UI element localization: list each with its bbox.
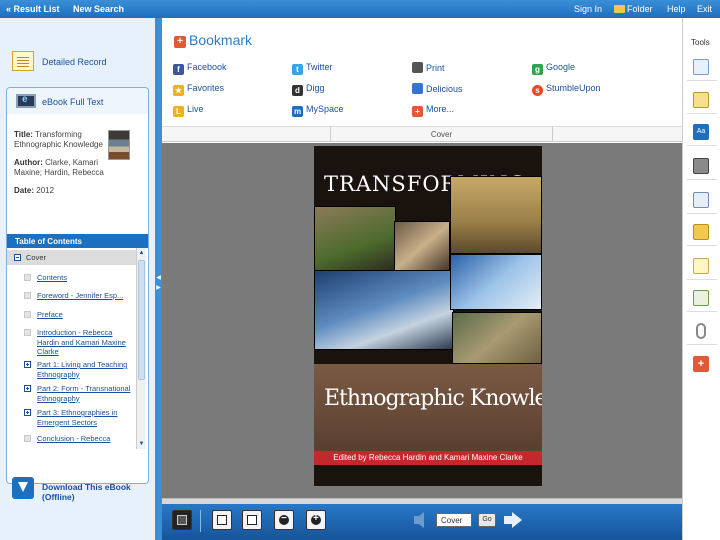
toc-item[interactable]: Cover bbox=[7, 250, 136, 265]
book-cover-subtitle: Ethnographic Knowledge bbox=[324, 386, 542, 411]
share-facebook[interactable]: f Facebook bbox=[173, 62, 227, 75]
toc-list: Cover Contents Foreword - Jennifer Esp..… bbox=[7, 248, 136, 449]
page-icon bbox=[24, 311, 31, 318]
folder-link[interactable]: Folder bbox=[614, 4, 653, 14]
save-folder-icon[interactable] bbox=[693, 224, 709, 240]
result-list-link[interactable]: « Result List bbox=[6, 4, 60, 14]
zoom-out-button[interactable] bbox=[274, 510, 294, 530]
ebook-metadata: Title: Transforming Ethnographic Knowled… bbox=[14, 130, 104, 195]
google-icon: g bbox=[532, 64, 543, 75]
next-page-icon[interactable] bbox=[504, 512, 522, 528]
ebook-monitor-icon bbox=[16, 94, 36, 108]
share-more[interactable]: + More... bbox=[412, 104, 454, 117]
viewer-toolbar: Go bbox=[162, 504, 682, 540]
print-button[interactable]: Print bbox=[412, 62, 445, 74]
email-icon[interactable] bbox=[693, 192, 709, 208]
share-myspace[interactable]: m MySpace bbox=[292, 104, 344, 117]
page-icon bbox=[24, 274, 31, 281]
zoom-in-icon bbox=[311, 513, 321, 525]
page-number-input[interactable] bbox=[436, 513, 472, 527]
share-twitter[interactable]: t Twitter bbox=[292, 62, 333, 75]
print-icon bbox=[412, 62, 423, 73]
ebook-full-text-header[interactable]: eBook Full Text bbox=[7, 88, 148, 114]
bookmark-panel: + Bookmark f Facebook t Twitter Print g Goog… bbox=[162, 18, 682, 127]
bookmark-title: + Bookmark bbox=[174, 32, 252, 48]
share-delicious[interactable]: Delicious bbox=[412, 83, 463, 95]
go-button[interactable]: Go bbox=[478, 513, 496, 527]
toc-header: Table of Contents bbox=[7, 234, 148, 248]
cover-thumbnail bbox=[108, 130, 130, 160]
fullscreen-icon bbox=[177, 515, 187, 525]
fit-page-icon bbox=[247, 515, 257, 525]
download-icon bbox=[12, 477, 34, 499]
viewer-area: + Bookmark f Facebook t Twitter Print g Goog… bbox=[162, 18, 682, 540]
zoom-out-icon bbox=[279, 513, 289, 525]
tools-header: Tools bbox=[691, 38, 710, 47]
add-to-folder-icon[interactable]: + bbox=[693, 356, 709, 372]
expand-icon[interactable] bbox=[24, 385, 31, 392]
ebook-date: 2012 bbox=[36, 186, 55, 195]
export-icon[interactable] bbox=[693, 290, 709, 306]
cite-icon[interactable] bbox=[693, 258, 709, 274]
folder-icon bbox=[614, 5, 625, 13]
delicious-icon bbox=[412, 83, 423, 94]
new-search-link[interactable]: New Search bbox=[73, 4, 124, 14]
share-live[interactable]: L Live bbox=[173, 104, 204, 117]
expand-icon[interactable] bbox=[24, 361, 31, 368]
page-label-bar: Cover bbox=[162, 127, 682, 142]
panel-splitter[interactable]: ◀ ▶ bbox=[155, 18, 162, 540]
print-tool-icon[interactable] bbox=[693, 158, 709, 174]
more-icon: + bbox=[412, 106, 423, 117]
star-icon: ★ bbox=[173, 85, 184, 96]
exit-link[interactable]: Exit bbox=[697, 4, 712, 14]
page-icon bbox=[24, 292, 31, 299]
document-icon bbox=[12, 51, 34, 71]
splitter-arrows-icon[interactable]: ◀ ▶ bbox=[156, 273, 161, 293]
share-google[interactable]: g Google bbox=[532, 62, 575, 75]
page-viewer[interactable]: TRANSFORMING Ethnographic Knowledge Edit… bbox=[162, 143, 682, 498]
zoom-in-button[interactable] bbox=[306, 510, 326, 530]
book-cover-editors: Edited by Rebecca Hardin and Kamari Maxi… bbox=[314, 451, 542, 465]
fit-width-button[interactable] bbox=[212, 510, 232, 530]
share-digg[interactable]: d Digg bbox=[292, 83, 325, 96]
dictionary-icon[interactable]: Aa bbox=[693, 124, 709, 140]
download-ebook-link[interactable]: Download This eBook (Offline) bbox=[12, 477, 152, 507]
search-within-icon[interactable] bbox=[693, 59, 709, 75]
notes-icon[interactable] bbox=[693, 92, 709, 108]
live-icon: L bbox=[173, 106, 184, 117]
facebook-icon: f bbox=[173, 64, 184, 75]
current-page-label: Cover bbox=[330, 127, 553, 142]
scroll-down-icon[interactable]: ▼ bbox=[138, 440, 145, 448]
page-icon bbox=[24, 329, 31, 336]
toc-scrollbar[interactable]: ▲ ▼ bbox=[136, 248, 146, 449]
stumbleupon-icon: s bbox=[532, 85, 543, 96]
share-stumbleupon[interactable]: s StumbleUpon bbox=[532, 83, 601, 96]
scroll-up-icon[interactable]: ▲ bbox=[138, 249, 145, 257]
digg-icon: d bbox=[292, 85, 303, 96]
ebook-full-text-panel: eBook Full Text Title: Transforming Ethn… bbox=[6, 87, 149, 484]
myspace-icon: m bbox=[292, 106, 303, 117]
sign-in-link[interactable]: Sign In bbox=[574, 4, 602, 14]
permalink-icon[interactable] bbox=[696, 323, 706, 339]
scroll-thumb[interactable] bbox=[138, 260, 145, 380]
help-link[interactable]: Help bbox=[667, 4, 686, 14]
fit-width-icon bbox=[217, 515, 227, 525]
add-bookmark-icon: + bbox=[174, 36, 186, 48]
share-favorites[interactable]: ★ Favorites bbox=[173, 83, 224, 96]
left-panel: Detailed Record eBook Full Text Title: T… bbox=[0, 18, 158, 540]
previous-page-icon[interactable] bbox=[414, 512, 424, 528]
fit-page-button[interactable] bbox=[242, 510, 262, 530]
book-cover-image: TRANSFORMING Ethnographic Knowledge Edit… bbox=[314, 146, 542, 486]
top-navigation-bar: « Result List New Search Sign In Folder … bbox=[0, 0, 720, 18]
collapse-icon[interactable] bbox=[14, 254, 21, 261]
detailed-record-link[interactable]: Detailed Record bbox=[12, 51, 152, 73]
fullscreen-button[interactable] bbox=[172, 510, 192, 530]
page-icon bbox=[24, 435, 31, 442]
expand-icon[interactable] bbox=[24, 409, 31, 416]
tools-panel: Tools Aa + bbox=[682, 18, 720, 540]
twitter-icon: t bbox=[292, 64, 303, 75]
